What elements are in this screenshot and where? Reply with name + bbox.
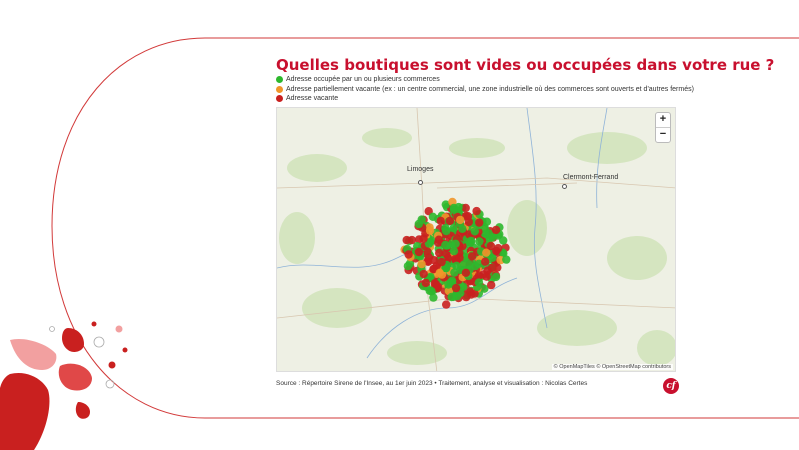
legend-label-occupied: Adresse occupée par un ou plusieurs comm…: [286, 76, 440, 83]
address-marker[interactable]: [419, 234, 428, 243]
address-marker[interactable]: [435, 268, 444, 277]
address-marker[interactable]: [483, 266, 492, 275]
zoom-control: + −: [655, 112, 671, 143]
city-marker-clermont-ferrand: [562, 184, 567, 189]
address-marker[interactable]: [425, 226, 435, 235]
address-marker[interactable]: [475, 218, 484, 227]
map-attribution[interactable]: © OpenMapTiles © OpenStreetMap contribut…: [551, 364, 673, 370]
address-marker[interactable]: [414, 219, 423, 229]
address-marker[interactable]: [403, 261, 413, 271]
address-marker[interactable]: [442, 300, 451, 309]
address-marker[interactable]: [427, 287, 436, 296]
address-marker[interactable]: [421, 278, 430, 288]
address-marker[interactable]: [502, 255, 511, 264]
author-logo: cf: [663, 378, 679, 394]
address-marker[interactable]: [456, 215, 465, 225]
legend-item-partial: Adresse partiellement vacante (ex : un c…: [276, 85, 694, 95]
city-label-limoges: Limoges: [407, 166, 434, 173]
address-marker[interactable]: [402, 235, 411, 245]
address-marker[interactable]: [419, 269, 428, 279]
address-marker[interactable]: [461, 203, 470, 213]
address-marker[interactable]: [466, 236, 476, 246]
address-marker[interactable]: [435, 248, 444, 258]
address-marker[interactable]: [455, 253, 464, 262]
address-marker[interactable]: [417, 259, 426, 269]
zoom-out-button[interactable]: −: [656, 128, 670, 142]
address-marker[interactable]: [437, 257, 446, 267]
address-marker[interactable]: [471, 261, 480, 271]
address-marker[interactable]: [451, 283, 461, 293]
address-marker[interactable]: [447, 292, 456, 302]
address-marker[interactable]: [461, 268, 471, 277]
page-title: Quelles boutiques sont vides ou occupées…: [276, 56, 775, 74]
legend-item-occupied: Adresse occupée par un ou plusieurs comm…: [276, 75, 694, 85]
address-marker[interactable]: [442, 226, 451, 236]
address-marker[interactable]: [430, 279, 439, 288]
legend-dot-partial: [276, 85, 283, 93]
address-marker[interactable]: [434, 235, 444, 244]
address-marker[interactable]: [436, 216, 445, 226]
address-marker[interactable]: [449, 224, 458, 233]
address-marker[interactable]: [441, 240, 450, 250]
map-points: [400, 197, 511, 309]
address-marker[interactable]: [475, 237, 484, 246]
legend-label-vacant: Adresse vacante: [286, 95, 339, 102]
zoom-in-button[interactable]: +: [656, 113, 670, 128]
source-note: Source : Répertoire Sirene de l'Insee, a…: [276, 380, 588, 387]
address-marker[interactable]: [451, 239, 460, 248]
address-marker[interactable]: [474, 278, 484, 287]
address-marker[interactable]: [491, 272, 501, 282]
address-marker[interactable]: [463, 212, 473, 221]
address-marker[interactable]: [445, 216, 455, 226]
address-marker[interactable]: [487, 280, 496, 290]
legend-dot-occupied: [276, 76, 283, 84]
address-marker[interactable]: [444, 280, 453, 289]
city-marker-limoges: [418, 180, 423, 185]
legend-label-partial: Adresse partiellement vacante (ex : un c…: [286, 85, 694, 93]
legend-dot-vacant: [276, 95, 283, 103]
decorative-petals: [0, 321, 128, 450]
legend-item-vacant: Adresse vacante: [276, 94, 694, 104]
address-marker[interactable]: [467, 252, 477, 261]
address-marker[interactable]: [452, 261, 461, 270]
address-marker[interactable]: [472, 206, 481, 216]
legend: Adresse occupée par un ou plusieurs comm…: [276, 75, 694, 104]
address-marker[interactable]: [449, 203, 459, 213]
address-marker[interactable]: [458, 224, 467, 233]
address-marker[interactable]: [491, 225, 501, 235]
address-marker[interactable]: [404, 250, 413, 259]
address-marker[interactable]: [486, 241, 496, 251]
address-marker[interactable]: [470, 227, 479, 236]
address-marker[interactable]: [481, 257, 490, 266]
city-label-clermont-ferrand: Clermont-Ferrand: [563, 174, 619, 181]
address-marker[interactable]: [449, 246, 459, 256]
address-marker[interactable]: [414, 247, 424, 257]
map[interactable]: Limoges Clermont-Ferrand + − © OpenMapTi…: [276, 107, 676, 372]
